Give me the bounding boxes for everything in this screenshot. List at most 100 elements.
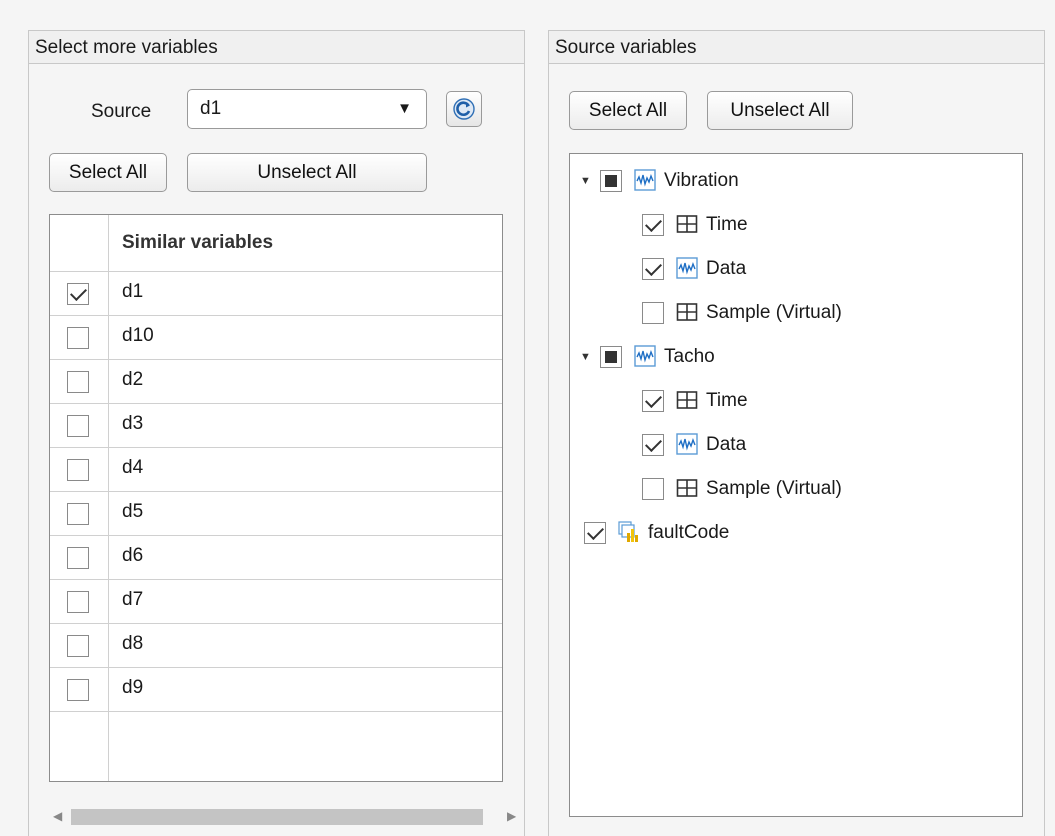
table-row[interactable]: d6 bbox=[50, 535, 502, 580]
table-filler bbox=[50, 711, 109, 781]
scrollbar-thumb[interactable] bbox=[71, 809, 483, 825]
table-icon bbox=[676, 301, 698, 323]
tree-child-label: Data bbox=[706, 434, 747, 455]
table-row[interactable]: d7 bbox=[50, 579, 502, 624]
table-icon bbox=[676, 477, 698, 499]
variable-name-cell: d6 bbox=[122, 545, 144, 566]
row-checkbox-cell bbox=[50, 359, 109, 403]
row-checkbox-cell bbox=[50, 447, 109, 491]
row-checkbox[interactable] bbox=[67, 503, 89, 525]
tree-child-sample-virtual[interactable]: Sample (Virtual) bbox=[578, 474, 998, 504]
dropdown-arrow-icon: ▼ bbox=[397, 100, 412, 117]
variable-name-cell: d4 bbox=[122, 457, 144, 478]
tree-child-checkbox[interactable] bbox=[642, 434, 664, 456]
select-all-button[interactable]: Select All bbox=[49, 153, 167, 192]
tree-child-label: Sample (Virtual) bbox=[706, 302, 842, 323]
signal-icon bbox=[676, 433, 698, 455]
variable-name-cell: d5 bbox=[122, 501, 144, 522]
table-row[interactable]: d4 bbox=[50, 447, 502, 492]
tree-child-label: Sample (Virtual) bbox=[706, 478, 842, 499]
horizontal-scrollbar[interactable]: ◀ ▶ bbox=[49, 803, 516, 829]
source-select-all-button[interactable]: Select All bbox=[569, 91, 687, 130]
tree-child-checkbox[interactable] bbox=[642, 390, 664, 412]
table-row[interactable]: d2 bbox=[50, 359, 502, 404]
variable-name-cell: d2 bbox=[122, 369, 144, 390]
panel-title-source-variables: Source variables bbox=[549, 31, 1044, 64]
row-checkbox-cell bbox=[50, 579, 109, 623]
row-checkbox-cell bbox=[50, 491, 109, 535]
source-dropdown[interactable]: d1 ▼ bbox=[187, 89, 427, 129]
tree-child-sample-virtual[interactable]: Sample (Virtual) bbox=[578, 298, 998, 328]
expand-toggle-icon[interactable]: ▼ bbox=[580, 166, 596, 196]
row-checkbox[interactable] bbox=[67, 547, 89, 569]
tree-node-label: faultCode bbox=[648, 522, 730, 543]
row-checkbox[interactable] bbox=[67, 635, 89, 657]
table-icon bbox=[676, 389, 698, 411]
tree-node-checkbox[interactable] bbox=[584, 522, 606, 544]
tree-node-vibration[interactable]: ▼ Vibration bbox=[578, 166, 998, 196]
row-checkbox-cell bbox=[50, 623, 109, 667]
categorical-icon bbox=[618, 521, 640, 543]
tree-node-checkbox[interactable] bbox=[600, 346, 622, 368]
table-row[interactable]: d8 bbox=[50, 623, 502, 668]
source-variables-panel: Source variables Select All Unselect All… bbox=[548, 30, 1045, 836]
checkbox-column-header bbox=[50, 215, 109, 271]
tree-node-faultcode[interactable]: faultCode bbox=[578, 518, 998, 548]
tree-node-checkbox[interactable] bbox=[600, 170, 622, 192]
refresh-button[interactable] bbox=[446, 91, 482, 127]
row-checkbox[interactable] bbox=[67, 591, 89, 613]
row-checkbox-cell bbox=[50, 403, 109, 447]
table-row[interactable]: d10 bbox=[50, 315, 502, 360]
panel-title-select-more-variables: Select more variables bbox=[29, 31, 524, 64]
variable-name-cell: d10 bbox=[122, 325, 154, 346]
tree-child-checkbox[interactable] bbox=[642, 302, 664, 324]
signal-icon bbox=[676, 257, 698, 279]
tree-child-checkbox[interactable] bbox=[642, 258, 664, 280]
row-checkbox[interactable] bbox=[67, 459, 89, 481]
variable-name-cell: d8 bbox=[122, 633, 144, 654]
table-row[interactable]: d1 bbox=[50, 271, 502, 316]
table-header-row: Similar variables bbox=[50, 215, 502, 272]
tree-child-checkbox[interactable] bbox=[642, 478, 664, 500]
row-checkbox[interactable] bbox=[67, 679, 89, 701]
source-label: Source bbox=[91, 101, 152, 122]
variable-name-cell: d9 bbox=[122, 677, 144, 698]
table-icon bbox=[676, 213, 698, 235]
similar-variables-table: Similar variables d1 d10 d2 d3 d4 d5 d6 d7 d8 d9 bbox=[49, 214, 503, 782]
row-checkbox-cell bbox=[50, 315, 109, 359]
tree-node-tacho[interactable]: ▼ Tacho bbox=[578, 342, 998, 372]
tree-child-data[interactable]: Data bbox=[578, 254, 998, 284]
scroll-right-icon[interactable]: ▶ bbox=[507, 803, 516, 829]
row-checkbox-cell bbox=[50, 271, 109, 315]
select-more-variables-panel: Select more variables Source d1 ▼ Select… bbox=[28, 30, 525, 836]
table-row[interactable]: d3 bbox=[50, 403, 502, 448]
tree-child-time[interactable]: Time bbox=[578, 386, 998, 416]
scroll-left-icon[interactable]: ◀ bbox=[53, 803, 62, 829]
row-checkbox-cell bbox=[50, 667, 109, 711]
tree-child-data[interactable]: Data bbox=[578, 430, 998, 460]
variable-name-cell: d7 bbox=[122, 589, 144, 610]
variable-name-cell: d1 bbox=[122, 281, 144, 302]
source-variables-tree: ▼ Vibration Time Data Sample (Virtual) ▼ Tacho… bbox=[569, 153, 1023, 817]
expand-toggle-icon[interactable]: ▼ bbox=[580, 342, 596, 372]
row-checkbox[interactable] bbox=[67, 283, 89, 305]
unselect-all-button[interactable]: Unselect All bbox=[187, 153, 427, 192]
similar-variables-header: Similar variables bbox=[122, 232, 274, 253]
signal-icon bbox=[634, 345, 656, 367]
tree-child-label: Time bbox=[706, 214, 748, 235]
row-checkbox[interactable] bbox=[67, 327, 89, 349]
refresh-icon bbox=[453, 98, 475, 120]
source-unselect-all-button[interactable]: Unselect All bbox=[707, 91, 853, 130]
table-row[interactable]: d9 bbox=[50, 667, 502, 712]
tree-child-label: Time bbox=[706, 390, 748, 411]
tree-child-time[interactable]: Time bbox=[578, 210, 998, 240]
tree-node-label: Tacho bbox=[664, 346, 715, 367]
variable-name-cell: d3 bbox=[122, 413, 144, 434]
row-checkbox[interactable] bbox=[67, 371, 89, 393]
tree-node-label: Vibration bbox=[664, 170, 739, 191]
row-checkbox[interactable] bbox=[67, 415, 89, 437]
table-row[interactable]: d5 bbox=[50, 491, 502, 536]
source-dropdown-value: d1 bbox=[200, 98, 222, 119]
row-checkbox-cell bbox=[50, 535, 109, 579]
tree-child-checkbox[interactable] bbox=[642, 214, 664, 236]
